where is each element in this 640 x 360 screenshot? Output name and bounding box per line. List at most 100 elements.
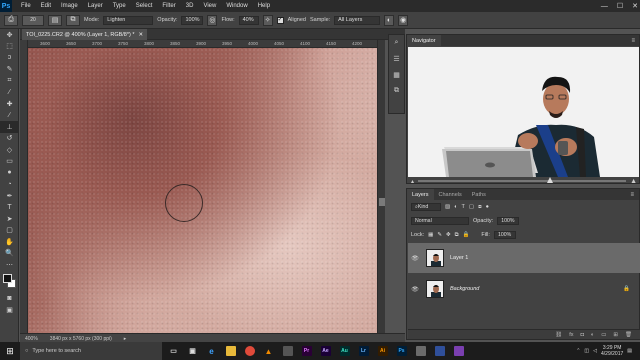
menu-view[interactable]: View xyxy=(203,3,216,9)
vertical-scrollbar[interactable] xyxy=(377,40,385,333)
layer-row[interactable]: 👁 Layer 1 xyxy=(408,243,640,273)
lock-artboard-icon[interactable]: ⧉ xyxy=(455,232,459,239)
kind-filter[interactable]: ⌕ Kind xyxy=(411,203,441,211)
new-group-icon[interactable]: ▭ xyxy=(601,332,606,338)
filter-pixel-icon[interactable]: ▨ xyxy=(445,204,450,210)
document-canvas[interactable] xyxy=(28,48,377,333)
foreground-color[interactable] xyxy=(3,273,12,283)
hand-tool-icon[interactable]: ✋ xyxy=(0,236,19,248)
mode-select[interactable]: Lighten xyxy=(103,15,154,25)
blur-tool-icon[interactable]: ● xyxy=(0,167,19,179)
filter-smart-icon[interactable]: ⧈ xyxy=(478,204,482,211)
delete-layer-icon[interactable]: 🗑 xyxy=(625,332,632,338)
menu-3d[interactable]: 3D xyxy=(186,3,194,9)
color-swatches[interactable] xyxy=(0,271,18,293)
document-tab[interactable]: TOI_0225.CR2 @ 400% (Layer 1, RGB/8*) * … xyxy=(22,29,148,40)
quick-select-tool-icon[interactable]: ✎ xyxy=(0,64,19,76)
properties-panel-icon[interactable]: ☰ xyxy=(389,51,404,67)
illustrator-icon[interactable]: Ai xyxy=(375,342,390,360)
taskbar-search[interactable]: ○ Type here to search xyxy=(20,342,162,360)
edge-icon[interactable]: e xyxy=(204,342,219,360)
history-panel-icon[interactable]: ⌕ xyxy=(389,35,404,51)
scrollbar-thumb[interactable] xyxy=(379,198,385,206)
panel-menu-icon[interactable]: ≡ xyxy=(631,38,635,44)
media-app-icon[interactable] xyxy=(280,342,295,360)
app-icon[interactable] xyxy=(413,342,428,360)
zoom-slider[interactable] xyxy=(418,177,627,183)
file-explorer-icon[interactable] xyxy=(223,342,238,360)
notifications-icon[interactable]: ▤ xyxy=(627,348,632,354)
layers-menu-icon[interactable]: ≡ xyxy=(630,192,634,198)
tab-close-icon[interactable]: ✕ xyxy=(139,32,144,38)
minimize-icon[interactable]: — xyxy=(601,3,608,10)
zoom-out-icon[interactable]: ▴ xyxy=(411,178,414,185)
aligned-checkbox[interactable] xyxy=(276,16,284,24)
menu-filter[interactable]: Filter xyxy=(162,3,175,9)
menu-type[interactable]: Type xyxy=(113,3,126,9)
marquee-tool-icon[interactable]: ⬚ xyxy=(0,41,19,53)
add-mask-icon[interactable]: ◘ xyxy=(581,332,584,338)
airbrush-icon[interactable]: ✧ xyxy=(262,14,273,26)
brush-presets-icon[interactable]: ▦ xyxy=(389,67,404,83)
close-icon[interactable]: ✕ xyxy=(632,2,638,10)
gradient-tool-icon[interactable]: ▭ xyxy=(0,156,19,168)
ignore-adjustment-icon[interactable]: ◐ xyxy=(384,14,395,26)
menu-layer[interactable]: Layer xyxy=(88,3,103,9)
filter-adjustment-icon[interactable]: ◐ xyxy=(454,204,457,210)
brush-size-picker[interactable]: 20 xyxy=(22,14,44,26)
visibility-eye-icon[interactable]: 👁 xyxy=(408,255,422,262)
audition-icon[interactable]: Au xyxy=(337,342,352,360)
screen-mode-icon[interactable]: ▣ xyxy=(0,304,19,316)
menu-image[interactable]: Image xyxy=(61,3,78,9)
zoom-level[interactable]: 400% xyxy=(25,336,38,342)
lasso-tool-icon[interactable]: ↄ xyxy=(0,52,19,64)
type-tool-icon[interactable]: T xyxy=(0,202,19,214)
brush-panel-icon[interactable]: ▤ xyxy=(48,14,62,26)
menu-help[interactable]: Help xyxy=(258,3,270,9)
premiere-icon[interactable]: Pr xyxy=(299,342,314,360)
windows-start-icon[interactable]: ⊞ xyxy=(0,342,20,360)
visibility-eye-icon[interactable]: 👁 xyxy=(408,286,422,293)
clone-stamp-tool-icon[interactable]: ⊥ xyxy=(0,121,19,133)
tab-navigator[interactable]: Navigator xyxy=(407,35,441,46)
filter-type-icon[interactable]: T xyxy=(462,204,465,210)
clone-stamp-preset-icon[interactable]: ⎙ xyxy=(4,14,18,26)
quick-mask-icon[interactable]: ◙ xyxy=(0,293,19,305)
path-select-icon[interactable]: ➤ xyxy=(0,213,19,225)
zoom-tool-icon[interactable]: 🔍 xyxy=(0,248,19,260)
healing-brush-icon[interactable]: ✚ xyxy=(0,98,19,110)
app-icon[interactable] xyxy=(451,342,466,360)
menu-window[interactable]: Window xyxy=(226,3,247,9)
layer-style-icon[interactable]: fx xyxy=(569,332,573,338)
volume-icon[interactable]: ◁ xyxy=(593,348,597,354)
photoshop-task-icon[interactable]: Ps xyxy=(394,342,409,360)
brush-tool-icon[interactable]: ∕ xyxy=(0,110,19,122)
clone-source-panel-icon[interactable]: ⧉ xyxy=(389,83,404,99)
lock-pixels-icon[interactable]: ✎ xyxy=(437,232,442,238)
clone-source-icon[interactable]: ⧉ xyxy=(66,14,80,26)
filter-shape-icon[interactable]: ▢ xyxy=(469,204,474,210)
menu-edit[interactable]: Edit xyxy=(41,3,51,9)
sample-select[interactable]: All Layers xyxy=(334,15,381,25)
zoom-in-icon[interactable]: ▲ xyxy=(630,178,637,185)
store-icon[interactable]: ▣ xyxy=(185,342,200,360)
pressure-opacity-icon[interactable]: ◎ xyxy=(207,14,218,26)
layer-row[interactable]: 👁 Background 🔒 xyxy=(408,274,640,304)
blend-mode-select[interactable]: Normal xyxy=(411,217,469,225)
crop-tool-icon[interactable]: ⌗ xyxy=(0,75,19,87)
move-tool-icon[interactable]: ✥ xyxy=(0,29,19,41)
new-layer-icon[interactable]: ⊞ xyxy=(613,332,618,338)
dodge-tool-icon[interactable]: ◔ xyxy=(0,179,19,191)
more-tools-icon[interactable]: ⋯ xyxy=(0,259,19,271)
rectangle-tool-icon[interactable]: ▢ xyxy=(0,225,19,237)
fill-field[interactable]: 100% xyxy=(493,231,516,239)
chrome-icon[interactable] xyxy=(242,342,257,360)
eraser-tool-icon[interactable]: ◇ xyxy=(0,144,19,156)
maximize-icon[interactable]: ☐ xyxy=(617,2,623,10)
app-icon[interactable] xyxy=(432,342,447,360)
tab-paths[interactable]: Paths xyxy=(467,189,491,200)
filter-toggle-icon[interactable]: ● xyxy=(486,204,489,210)
link-layers-icon[interactable]: ⛓ xyxy=(555,332,562,338)
network-icon[interactable]: ◫ xyxy=(584,348,589,354)
zoom-slider-handle[interactable] xyxy=(547,177,553,183)
